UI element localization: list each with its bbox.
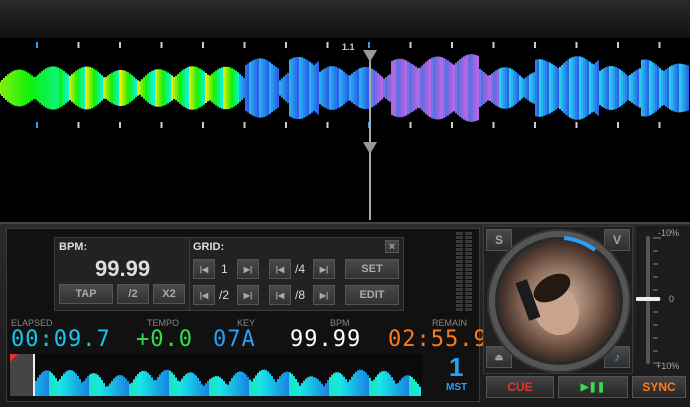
key-value: 07A (213, 327, 256, 352)
meter-segment (465, 264, 472, 267)
meter-segment (465, 256, 472, 259)
meter-segment (465, 292, 472, 295)
elapsed-value[interactable]: 00:09.7 (11, 327, 111, 352)
overview-played-region (10, 354, 34, 396)
top-bar (0, 0, 690, 39)
meter-segment (465, 252, 472, 255)
grid-next8-icon[interactable]: ▶| (313, 285, 335, 305)
meter-segment (465, 248, 472, 251)
pitch-mid-label: 0 (669, 294, 675, 304)
meter-segment (456, 292, 463, 295)
meter-segment (456, 232, 463, 235)
meter-segment (465, 260, 472, 263)
meter-segment (456, 260, 463, 263)
meter-segment (456, 240, 463, 243)
meter-segment (456, 248, 463, 251)
edit-button[interactable]: EDIT (345, 285, 399, 305)
close-icon[interactable]: × (385, 240, 399, 253)
grid-eighth-label: /8 (295, 288, 306, 302)
remain-value[interactable]: 02:55.9 (388, 327, 488, 352)
meter-segment (465, 272, 472, 275)
meter-segment (465, 236, 472, 239)
pitch-ticks (653, 237, 661, 364)
grid-prev-icon[interactable]: |◀ (193, 259, 215, 279)
track-overview-graphic (10, 354, 421, 396)
double-bpm-button[interactable]: X2 (153, 284, 185, 304)
meter-segment (465, 288, 472, 291)
bpm-editor-value[interactable]: 99.99 (95, 256, 150, 282)
meter-segment (465, 308, 472, 311)
master-label: MST (446, 382, 468, 393)
level-meter-graphic (456, 232, 472, 311)
meter-segment (456, 280, 463, 283)
meter-segment (456, 244, 463, 247)
meter-segment (465, 244, 472, 247)
meter-segment (465, 280, 472, 283)
cue-button[interactable]: CUE (486, 376, 554, 398)
tap-button[interactable]: TAP (59, 284, 113, 304)
meter-segment (456, 308, 463, 311)
bpm-editor-label: BPM: (59, 241, 88, 253)
meter-segment (456, 264, 463, 267)
playhead-bottom-marker (363, 142, 377, 154)
grid-label: GRID: (193, 241, 225, 253)
meter-segment (456, 300, 463, 303)
jog-wheel[interactable] (486, 228, 632, 374)
grid-prev8-icon[interactable]: |◀ (269, 285, 291, 305)
meter-segment (456, 256, 463, 259)
meter-segment (456, 272, 463, 275)
grid-prev-half-icon[interactable]: |◀ (193, 285, 215, 305)
pitch-slider-handle[interactable] (636, 297, 660, 301)
meter-segment (456, 236, 463, 239)
grid-offset-value: 1 (221, 262, 228, 276)
half-bpm-button[interactable]: /2 (117, 284, 149, 304)
bpm-grid-editor: BPM: 99.99 TAP /2 X2 GRID: × |◀ 1 ▶| |◀ … (54, 237, 404, 311)
waveform-graphic (0, 42, 689, 220)
meter-segment (465, 232, 472, 235)
editor-divider (189, 238, 190, 310)
scrolling-waveform[interactable]: 1.1 (0, 38, 690, 220)
meter-segment (465, 300, 472, 303)
meter-segment (465, 296, 472, 299)
grid-next4-icon[interactable]: ▶| (313, 259, 335, 279)
set-button[interactable]: SET (345, 259, 399, 279)
meter-segment (456, 304, 463, 307)
playhead-top-marker (363, 50, 377, 62)
meter-segment (456, 276, 463, 279)
meter-segment (465, 240, 472, 243)
grid-quarter-label: /4 (295, 262, 306, 276)
meter-segment (465, 304, 472, 307)
sync-button[interactable]: SYNC (632, 376, 686, 398)
play-pause-icon[interactable]: ▶❚❚ (558, 376, 628, 398)
meter-segment (456, 268, 463, 271)
meter-segment (456, 252, 463, 255)
meter-segment (465, 268, 472, 271)
deck-number: 1 (449, 352, 464, 382)
grid-prev4-icon[interactable]: |◀ (269, 259, 291, 279)
track-overview[interactable] (10, 354, 422, 396)
meter-segment (456, 288, 463, 291)
meter-segment (465, 276, 472, 279)
level-meter (454, 232, 474, 312)
meter-segment (456, 296, 463, 299)
meter-segment (456, 284, 463, 287)
grid-next-half-icon[interactable]: ▶| (237, 285, 259, 305)
grid-next-icon[interactable]: ▶| (237, 259, 259, 279)
grid-half-label: /2 (219, 288, 230, 302)
bpm-readout-value: 99.99 (290, 327, 362, 352)
beat-marker-label: 1.1 (342, 42, 355, 52)
meter-segment (465, 284, 472, 287)
tempo-value: +0.0 (136, 327, 193, 352)
